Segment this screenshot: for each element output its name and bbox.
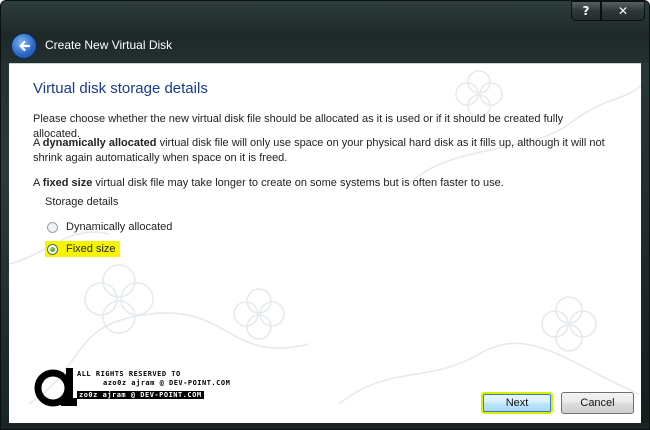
title-bar: ? ✕ Create New Virtual Disk xyxy=(1,1,649,63)
fixed-rest: virtual disk file may take longer to cre… xyxy=(92,177,504,189)
watermark-logo xyxy=(34,368,77,407)
next-button-label: Next xyxy=(483,394,551,412)
fixed-prefix: A xyxy=(33,177,43,189)
dynamic-description: A dynamically allocated virtual disk fil… xyxy=(33,136,613,166)
close-button[interactable]: ✕ xyxy=(601,1,645,21)
fixed-description: A fixed size virtual disk file may take … xyxy=(33,176,613,191)
cancel-button[interactable]: Cancel xyxy=(561,392,634,414)
radio-button-checked[interactable] xyxy=(47,243,58,255)
radio-dynamically-allocated[interactable]: Dynamically allocated xyxy=(45,219,176,235)
storage-details-label: Storage details xyxy=(45,196,119,208)
back-button[interactable] xyxy=(11,33,37,59)
radio-label: Dynamically allocated xyxy=(66,221,173,233)
watermark: ALL RIGHTS RESERVED TO azo0z ajram @ DEV… xyxy=(33,364,233,408)
dynamic-prefix: A xyxy=(33,137,43,149)
radio-label: Fixed size xyxy=(66,243,116,255)
next-button[interactable]: Next xyxy=(481,392,553,414)
watermark-line-3: zo0z ajram @ DEV-POINT.COM xyxy=(77,391,204,399)
caption-buttons: ? ✕ xyxy=(571,1,645,21)
radio-dot-icon xyxy=(50,246,55,252)
wizard-window: ? ✕ Create New Virtual Disk Virtual disk… xyxy=(0,0,650,430)
help-button[interactable]: ? xyxy=(571,1,601,21)
dynamic-term: dynamically allocated xyxy=(42,137,157,149)
radio-button-unchecked[interactable] xyxy=(47,221,58,233)
radio-fixed-size[interactable]: Fixed size xyxy=(45,241,120,257)
page-heading: Virtual disk storage details xyxy=(33,80,208,97)
window-right-frame xyxy=(641,63,649,429)
wizard-title: Create New Virtual Disk xyxy=(45,38,173,52)
wizard-content: Virtual disk storage details Please choo… xyxy=(9,63,643,423)
window-bottom-frame xyxy=(1,423,649,429)
back-arrow-icon xyxy=(19,40,31,52)
watermark-line-2: azo0z ajram @ DEV-POINT.COM xyxy=(103,379,231,387)
close-icon: ✕ xyxy=(617,4,629,18)
watermark-line-1: ALL RIGHTS RESERVED TO xyxy=(77,370,181,378)
fixed-term: fixed size xyxy=(42,177,93,189)
